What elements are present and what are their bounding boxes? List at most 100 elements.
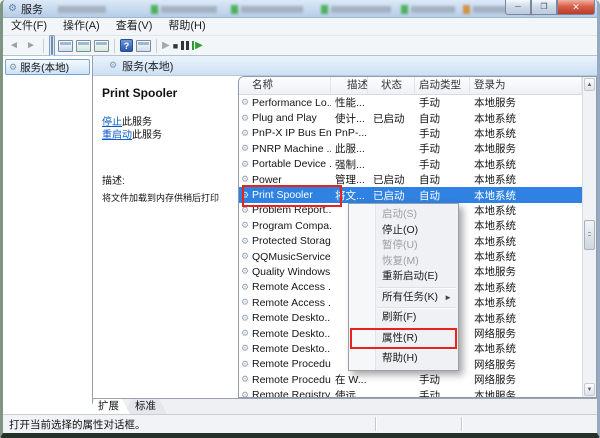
menu-item-h[interactable]: 帮助(H)	[349, 351, 458, 367]
pause-service-icon[interactable]	[181, 41, 189, 50]
minimize-button[interactable]: ─	[505, 0, 531, 15]
cell-logon-as: 本地系统	[470, 111, 582, 126]
stop-service-link[interactable]: 停止	[102, 117, 122, 128]
pane-header-label: 服务(本地)	[122, 58, 173, 74]
menu-item-f[interactable]: 刷新(F)	[349, 310, 458, 326]
column-header-startup-type[interactable]: 启动类型	[415, 77, 470, 94]
menu-file[interactable]: 文件(F)	[3, 18, 55, 35]
cell-description: PnP-...	[331, 127, 368, 139]
app-gear-icon: ⚙	[8, 4, 17, 14]
table-row[interactable]: ⚙Performance Lo...性能...手动本地服务	[239, 95, 582, 110]
menu-action[interactable]: 操作(A)	[55, 18, 108, 35]
service-gear-icon: ⚙	[241, 237, 252, 246]
cell-description: 将文...	[331, 188, 368, 203]
cell-startup-type: 自动	[415, 111, 470, 126]
toolbar: ◄ ► ? ▶ ■ ▶	[3, 36, 597, 56]
cell-startup-type: 自动	[415, 188, 470, 203]
close-button[interactable]: ✕	[557, 0, 595, 15]
menu-help[interactable]: 帮助(H)	[160, 18, 213, 35]
service-name: Quality Windows...	[252, 266, 331, 278]
status-bar: 打开当前选择的属性对话框。	[3, 414, 597, 433]
view-tabs: 扩展 标准	[93, 398, 597, 414]
table-row[interactable]: ⚙Power管理...已启动自动本地系统	[239, 172, 582, 187]
service-name: Problem Report...	[252, 204, 331, 216]
tree-item-services-local[interactable]: ⚙ 服务(本地)	[5, 59, 90, 75]
cell-name: ⚙Remote Deskto...	[239, 328, 331, 340]
cell-name: ⚙Protected Storage	[239, 235, 331, 247]
service-gear-icon: ⚙	[241, 129, 252, 138]
menu-item-e[interactable]: 重新启动(E)	[349, 269, 458, 285]
cell-name: ⚙Problem Report...	[239, 204, 331, 216]
menu-separator	[377, 348, 456, 349]
cell-logon-as: 本地服务	[470, 95, 582, 110]
task-pane: Print Spooler 停止此服务 重启动此服务 描述: 将文件加载到内存供…	[93, 76, 238, 398]
cell-name: ⚙Quality Windows...	[239, 266, 331, 278]
menu-item-m: 恢复(M)	[349, 254, 458, 270]
service-gear-icon: ⚙	[241, 360, 252, 369]
menu-separator	[377, 287, 456, 288]
service-name: Plug and Play	[252, 112, 317, 124]
menu-item-r[interactable]: 属性(R)	[349, 331, 458, 347]
cell-name: ⚙Program Compa...	[239, 220, 331, 232]
tree-item-label: 服务(本地)	[20, 60, 69, 75]
start-service-icon[interactable]: ▶	[162, 40, 170, 51]
table-row[interactable]: ⚙Remote Procedu...在 W...手动网络服务	[239, 372, 582, 387]
column-header-name[interactable]: 名称	[239, 77, 331, 94]
scroll-up-icon[interactable]: ▲	[584, 78, 595, 91]
service-gear-icon: ⚙	[241, 114, 252, 123]
service-gear-icon: ⚙	[241, 144, 252, 153]
tab-extended[interactable]: 扩展	[87, 399, 130, 414]
restore-button[interactable]: ❐	[531, 0, 557, 15]
back-icon[interactable]: ◄	[7, 41, 21, 51]
column-header-description[interactable]: 描述	[331, 77, 368, 94]
service-gear-icon: ⚙	[241, 375, 252, 384]
show-console-window-icon[interactable]	[49, 35, 55, 57]
help-icon[interactable]: ?	[120, 39, 133, 52]
refresh-icon[interactable]	[76, 40, 91, 52]
restart-service-icon[interactable]: ▶	[192, 41, 203, 51]
pane-header: ⚙ 服务(本地)	[93, 56, 597, 76]
column-header-status[interactable]: 状态	[368, 77, 415, 94]
scrollbar-thumb[interactable]	[584, 220, 595, 250]
titlebar-watermark	[321, 4, 391, 14]
menu-item-k[interactable]: 所有任务(K)►	[349, 290, 458, 306]
submenu-arrow-icon: ►	[444, 290, 452, 306]
restart-service-link[interactable]: 重启动	[102, 130, 132, 141]
window-title: 服务	[21, 1, 43, 17]
table-row[interactable]: ⚙Remote Registry使远...手动本地服务	[239, 387, 582, 397]
cell-name: ⚙Print Spooler	[239, 189, 331, 201]
table-row[interactable]: ⚙Print Spooler将文...已启动自动本地系统	[239, 187, 582, 202]
vertical-scrollbar[interactable]: ▲ ▼	[582, 77, 596, 397]
cell-name: ⚙Remote Access ...	[239, 281, 331, 293]
table-row[interactable]: ⚙Portable Device ...强制...手动本地系统	[239, 157, 582, 172]
column-header-logon-as[interactable]: 登录为	[470, 77, 582, 94]
table-row[interactable]: ⚙Plug and Play使计...已启动自动本地系统	[239, 110, 582, 125]
forward-icon[interactable]: ►	[24, 41, 38, 51]
console-properties-icon[interactable]	[58, 40, 73, 52]
table-row[interactable]: ⚙PnP-X IP Bus En...PnP-...手动本地系统	[239, 126, 582, 141]
sort-ascending-icon: ▲	[267, 77, 274, 84]
pane-body: Print Spooler 停止此服务 重启动此服务 描述: 将文件加载到内存供…	[93, 76, 597, 398]
titlebar-watermark	[231, 4, 303, 14]
cell-description: 管理...	[331, 172, 368, 187]
list-header: 名称 ▲ 描述 状态 启动类型 登录为	[239, 77, 596, 95]
tab-standard[interactable]: 标准	[124, 399, 167, 414]
service-gear-icon: ⚙	[241, 267, 252, 276]
table-row[interactable]: ⚙PNRP Machine ...此服...手动本地服务	[239, 141, 582, 156]
cell-status: 已启动	[368, 111, 415, 126]
menu-item-o[interactable]: 停止(O)	[349, 223, 458, 239]
export-list-icon[interactable]	[94, 40, 109, 52]
cell-logon-as: 本地系统	[470, 311, 582, 326]
main-area: ⚙ 服务(本地) ⚙ 服务(本地) Print Spooler 停止此服务 重启…	[3, 56, 597, 414]
restart-service-line: 重启动此服务	[102, 129, 238, 142]
pane-header-gear-icon: ⚙	[109, 60, 117, 71]
stop-service-icon[interactable]: ■	[173, 41, 178, 51]
menu-item-s: 启动(S)	[349, 207, 458, 223]
scroll-down-icon[interactable]: ▼	[584, 383, 595, 396]
show-hide-tree-icon[interactable]	[136, 40, 151, 52]
menu-view[interactable]: 查看(V)	[108, 18, 161, 35]
cell-logon-as: 网络服务	[470, 326, 582, 341]
context-menu: 启动(S)停止(O)暂停(U)恢复(M)重新启动(E)所有任务(K)►刷新(F)…	[348, 203, 459, 371]
cell-logon-as: 网络服务	[470, 372, 582, 387]
menu-bar: 文件(F) 操作(A) 查看(V) 帮助(H)	[3, 18, 597, 36]
